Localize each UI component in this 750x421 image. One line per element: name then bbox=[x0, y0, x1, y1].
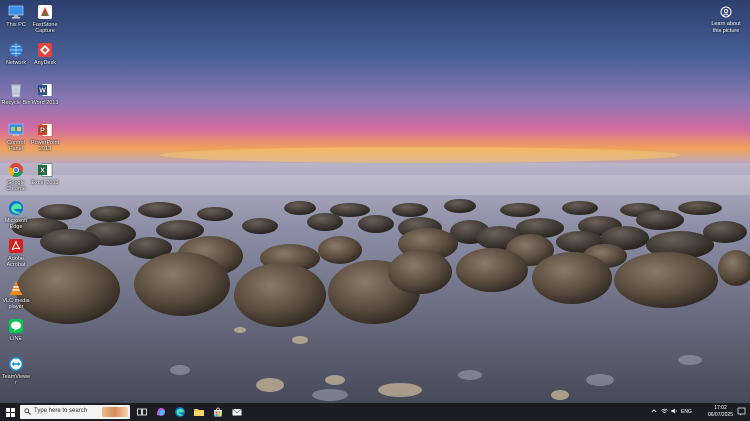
language-indicator[interactable]: ENG bbox=[681, 409, 692, 415]
desktop-icon-label: Adobe Acrobat bbox=[6, 256, 26, 268]
volume-icon[interactable] bbox=[671, 408, 678, 416]
store-icon[interactable] bbox=[212, 406, 224, 418]
desktop-icon-control-panel[interactable]: Control Panel bbox=[1, 122, 31, 152]
desktop-icon-teamviewer[interactable]: TeamViewer bbox=[1, 356, 31, 386]
desktop-icon-label: PowerPoint 2013 bbox=[30, 140, 60, 152]
acrobat-icon bbox=[9, 239, 23, 253]
desktop-icon-label: VLC media player bbox=[2, 298, 30, 310]
windows-logo-icon bbox=[5, 407, 15, 417]
svg-text:P: P bbox=[40, 128, 45, 135]
desktop-icon-label: This PC bbox=[6, 22, 26, 28]
desktop-icon-label: Google Chrome bbox=[6, 180, 26, 192]
desktop-wallpaper bbox=[0, 0, 750, 421]
start-button[interactable] bbox=[2, 403, 18, 421]
excel-icon: X bbox=[38, 163, 53, 177]
this-pc-icon bbox=[8, 5, 24, 19]
word-icon: W bbox=[38, 83, 53, 97]
system-tray: ENG bbox=[651, 403, 692, 421]
desktop-icon-label: FastStone Capture bbox=[32, 22, 58, 34]
desktop-icon-line[interactable]: LINE bbox=[1, 318, 31, 342]
desktop-icon-excel[interactable]: X Excel 2013 bbox=[30, 162, 60, 186]
anydesk-icon bbox=[38, 43, 52, 57]
teamviewer-icon bbox=[9, 357, 23, 371]
desktop-icon-label: AnyDesk bbox=[33, 60, 56, 66]
network-icon bbox=[9, 43, 23, 57]
camera-info-icon bbox=[720, 6, 732, 18]
vlc-icon bbox=[10, 281, 22, 295]
desktop-icon-label: LINE bbox=[9, 336, 23, 342]
faststone-icon bbox=[38, 5, 52, 19]
desktop-icon-edge[interactable]: Microsoft Edge bbox=[1, 200, 31, 230]
svg-text:X: X bbox=[40, 168, 45, 175]
desktop-icon-anydesk[interactable]: AnyDesk bbox=[30, 42, 60, 66]
svg-text:W: W bbox=[39, 88, 46, 95]
desktop-icon-network[interactable]: Network bbox=[1, 42, 31, 66]
file-explorer-icon[interactable] bbox=[193, 406, 205, 418]
desktop-icon-faststone[interactable]: FastStone Capture bbox=[30, 4, 60, 34]
wifi-icon[interactable] bbox=[661, 408, 668, 416]
search-icon bbox=[24, 408, 31, 415]
powerpoint-icon: P bbox=[38, 123, 53, 137]
copilot-icon[interactable] bbox=[155, 406, 167, 418]
desktop-icon-powerpoint[interactable]: P PowerPoint 2013 bbox=[30, 122, 60, 152]
line-icon bbox=[9, 319, 23, 333]
desktop-icon-recycle-bin[interactable]: Recycle Bin bbox=[1, 82, 31, 106]
learn-label: Learn about this picture bbox=[711, 21, 741, 34]
desktop-icon-vlc[interactable]: VLC media player bbox=[1, 280, 31, 310]
clock-date: 06/07/2025 bbox=[707, 412, 733, 418]
chrome-icon bbox=[8, 163, 23, 177]
taskbar: Type here to search ENG 17:02 06/07/2025 bbox=[0, 403, 750, 421]
desktop-icon-chrome[interactable]: Google Chrome bbox=[1, 162, 31, 192]
search-placeholder: Type here to search bbox=[34, 408, 88, 414]
desktop-icon-label: Excel 2013 bbox=[31, 180, 59, 186]
desktop-icon-this-pc[interactable]: This PC bbox=[1, 4, 31, 28]
chevron-up-icon[interactable] bbox=[651, 408, 657, 416]
desktop-icon-word[interactable]: W Word 2013 bbox=[30, 82, 60, 106]
task-view-icon[interactable] bbox=[136, 406, 148, 418]
desktop-icon-label: Network bbox=[5, 60, 27, 66]
search-highlight-image bbox=[102, 407, 128, 417]
desktop-icon-label: Word 2013 bbox=[31, 100, 59, 106]
desktop-icon-label: Control Panel bbox=[7, 140, 25, 152]
clock[interactable]: 17:02 06/07/2025 bbox=[708, 405, 733, 419]
edge-icon bbox=[9, 201, 23, 215]
desktop-icon-label: TeamViewer bbox=[1, 374, 31, 386]
control-panel-icon bbox=[8, 123, 24, 136]
learn-about-picture-button[interactable]: Learn about this picture bbox=[708, 6, 744, 34]
clock-time: 17:02 bbox=[714, 405, 727, 411]
desktop-icon-label: Recycle Bin bbox=[1, 100, 31, 106]
notification-icon[interactable] bbox=[737, 407, 746, 416]
search-box[interactable]: Type here to search bbox=[20, 405, 130, 419]
edge-taskbar-icon[interactable] bbox=[174, 406, 186, 418]
desktop-icon-acrobat[interactable]: Adobe Acrobat bbox=[1, 238, 31, 268]
desktop-icon-label: Microsoft Edge bbox=[4, 218, 28, 230]
mail-icon[interactable] bbox=[231, 406, 243, 418]
recycle-bin-icon bbox=[11, 84, 21, 98]
